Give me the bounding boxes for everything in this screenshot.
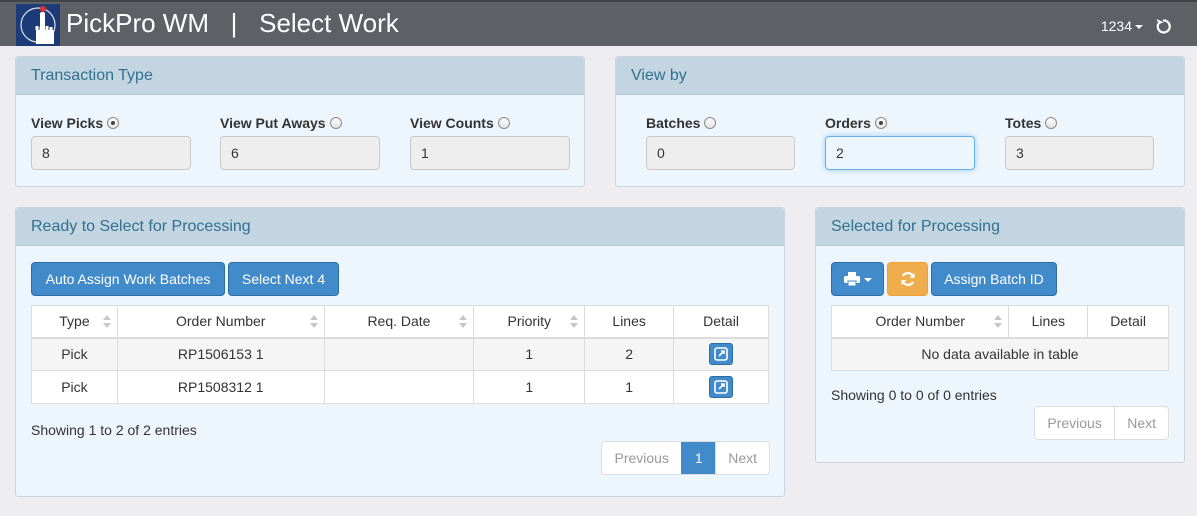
detail-button[interactable]: [709, 376, 734, 398]
batches-count: 0: [646, 136, 795, 170]
orders-label: Orders: [825, 115, 871, 131]
column-header-lines: Lines: [584, 305, 675, 339]
selected-pagination: Previous Next: [1034, 406, 1169, 440]
ready-pagination: Previous 1 Next: [601, 441, 770, 475]
view-picks-radio[interactable]: [107, 117, 120, 129]
totes-radio[interactable]: [1045, 117, 1058, 129]
refresh-selected-button[interactable]: [887, 262, 928, 296]
print-dropdown-button[interactable]: [831, 262, 884, 296]
next-page-button[interactable]: Next: [1114, 407, 1168, 439]
view-put-aways-label: View Put Aways: [220, 115, 326, 131]
table-row[interactable]: Pick RP1506153 1 1 2: [31, 337, 769, 371]
column-header-detail: Detail: [1087, 305, 1169, 339]
cell-req-date: [323, 370, 475, 404]
cell-lines: 2: [584, 337, 675, 371]
selected-for-processing-panel: Selected for Processing Assign Batch ID …: [815, 207, 1185, 463]
view-counts-label: View Counts: [410, 115, 494, 131]
view-counts-field: View Counts 1: [410, 114, 570, 170]
sort-icon: [309, 315, 318, 329]
caret-down-icon: [863, 278, 872, 282]
previous-page-button[interactable]: Previous: [1035, 407, 1114, 439]
table-row: No data available in table: [831, 337, 1169, 371]
batches-label: Batches: [646, 115, 701, 131]
table-header-row: Order Number Lines Detail: [830, 305, 1169, 339]
view-picks-count: 8: [31, 136, 191, 170]
view-by-title: View by: [616, 57, 1184, 95]
cell-lines: 1: [584, 370, 675, 404]
user-menu-dropdown[interactable]: 1234: [1101, 18, 1143, 34]
refresh-icon[interactable]: [1155, 17, 1171, 35]
column-header-lines: Lines: [1008, 305, 1089, 339]
detail-button[interactable]: [709, 343, 734, 366]
totes-count: 3: [1005, 136, 1154, 170]
view-put-aways-field: View Put Aways 6: [220, 114, 380, 170]
assign-batch-id-button[interactable]: Assign Batch ID: [931, 262, 1057, 296]
view-put-aways-radio[interactable]: [329, 117, 342, 129]
page-title: PickPro WM | Select Work: [66, 8, 399, 38]
user-name: 1234: [1100, 18, 1132, 34]
sort-icon: [570, 315, 579, 329]
totes-label: Totes: [1005, 115, 1042, 131]
column-header-priority[interactable]: Priority: [473, 305, 586, 339]
empty-table-message: No data available in table: [831, 337, 1169, 371]
selected-table-info: Showing 0 to 0 of 0 entries: [831, 387, 997, 403]
external-link-icon: [714, 380, 728, 394]
auto-assign-work-batches-button[interactable]: Auto Assign Work Batches: [31, 262, 225, 296]
view-picks-label: View Picks: [31, 115, 104, 131]
ready-for-processing-panel: Ready to Select for Processing Auto Assi…: [15, 207, 785, 497]
cell-order-number: RP1506153 1: [116, 337, 325, 371]
orders-radio[interactable]: [874, 117, 887, 129]
cell-type: Pick: [31, 370, 118, 404]
view-picks-field: View Picks 8: [31, 114, 191, 170]
refresh-icon: [900, 272, 915, 286]
previous-page-button[interactable]: Previous: [602, 442, 681, 474]
table-row[interactable]: Pick RP1508312 1 1 1: [31, 370, 769, 404]
sort-icon: [102, 315, 111, 329]
ready-panel-title: Ready to Select for Processing: [16, 208, 784, 246]
batches-radio[interactable]: [704, 117, 717, 129]
select-next-button[interactable]: Select Next 4: [228, 262, 339, 296]
orders-count: 2: [825, 136, 975, 170]
print-icon: [843, 272, 860, 286]
top-navbar: PickPro WM | Select Work 1234: [0, 0, 1197, 46]
view-counts-count: 1: [410, 136, 570, 170]
column-header-req-date[interactable]: Req. Date: [323, 305, 475, 339]
external-link-icon: [714, 347, 728, 362]
totes-field: Totes 3: [1005, 114, 1154, 170]
cell-type: Pick: [31, 337, 118, 371]
cell-order-number: RP1508312 1: [116, 370, 325, 404]
selected-panel-title: Selected for Processing: [816, 208, 1184, 246]
sort-icon: [994, 315, 1003, 329]
cell-priority: 1: [473, 370, 586, 404]
cell-priority: 1: [473, 337, 586, 371]
page-1-button[interactable]: 1: [681, 442, 716, 474]
selected-orders-table: Order Number Lines Detail No data availa…: [830, 305, 1169, 371]
column-header-detail: Detail: [673, 305, 769, 339]
sort-icon: [459, 315, 468, 329]
table-header-row: Type Order Number Req. Date Priority Lin…: [31, 305, 769, 339]
column-header-type[interactable]: Type: [31, 305, 118, 339]
transaction-type-panel: Transaction Type View Picks 8 View Put A…: [15, 56, 585, 187]
batches-field: Batches 0: [646, 114, 795, 170]
view-counts-radio[interactable]: [497, 117, 510, 129]
next-page-button[interactable]: Next: [715, 442, 769, 474]
view-put-aways-count: 6: [220, 136, 380, 170]
view-by-panel: View by Batches 0 Orders 2 Totes 3: [615, 56, 1185, 187]
ready-orders-table: Type Order Number Req. Date Priority Lin…: [31, 305, 769, 404]
cell-detail: [673, 337, 769, 371]
cell-detail: [673, 370, 769, 404]
caret-down-icon: [1135, 25, 1143, 29]
app-logo[interactable]: [16, 4, 60, 46]
transaction-type-title: Transaction Type: [16, 57, 584, 95]
orders-field: Orders 2: [825, 114, 975, 170]
column-header-order-number[interactable]: Order Number: [116, 305, 325, 339]
ready-table-info: Showing 1 to 2 of 2 entries: [31, 422, 197, 438]
column-header-order-number[interactable]: Order Number: [830, 305, 1010, 339]
cell-req-date: [323, 337, 475, 371]
